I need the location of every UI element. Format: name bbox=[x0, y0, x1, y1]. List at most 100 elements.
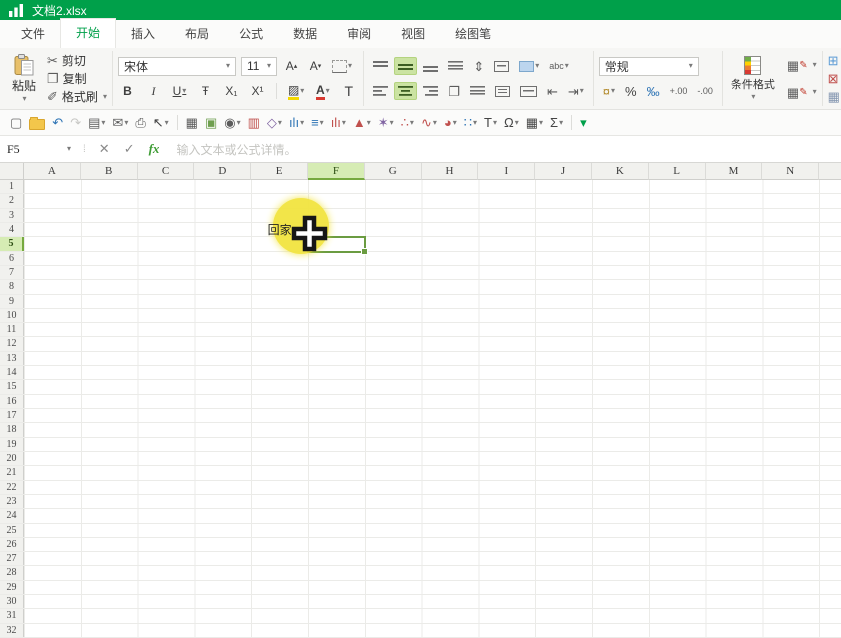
row-header-3[interactable]: 3 bbox=[0, 208, 24, 222]
shapes-button[interactable]: ◇ ▾ bbox=[264, 115, 285, 130]
row-22[interactable]: 22 bbox=[0, 480, 841, 495]
format-painter-button[interactable]: ✐ 格式刷 ▾ bbox=[47, 88, 107, 106]
formula-input-placeholder[interactable]: 输入文本或公式详情。 bbox=[176, 141, 296, 158]
strikethrough-button[interactable]: Ŧ bbox=[196, 84, 215, 98]
email-button[interactable]: ✉ ▾ bbox=[109, 115, 131, 130]
merge-center-button[interactable]: ▾ bbox=[515, 58, 543, 75]
row-header-29[interactable]: 29 bbox=[0, 580, 24, 595]
row-30[interactable]: 30 bbox=[0, 595, 841, 610]
col-header-F[interactable]: F bbox=[307, 163, 365, 180]
superscript-button[interactable]: X¹ bbox=[248, 84, 267, 98]
row-16[interactable]: 16 bbox=[0, 394, 841, 409]
row-header-25[interactable]: 25 bbox=[0, 523, 24, 537]
grow-font-button[interactable]: A ▴ bbox=[282, 59, 301, 73]
row-31[interactable]: 31 bbox=[0, 609, 841, 624]
col-header-K[interactable]: K bbox=[591, 163, 649, 180]
col-header-O[interactable]: O bbox=[819, 163, 841, 180]
row-header-31[interactable]: 31 bbox=[0, 609, 24, 623]
save-button[interactable]: ▤ ▾ bbox=[85, 115, 108, 130]
col-header-J[interactable]: J bbox=[535, 163, 592, 180]
valign-bottom-button[interactable] bbox=[419, 57, 442, 75]
underline-button[interactable]: U ▾ bbox=[170, 84, 189, 98]
row-header-11[interactable]: 11 bbox=[0, 323, 24, 337]
new-file-button[interactable]: ▢ bbox=[7, 115, 25, 130]
picture-button[interactable]: ▣ bbox=[202, 115, 220, 130]
line-chart-button[interactable]: ∿ ▾ bbox=[418, 115, 440, 130]
row-3[interactable]: 3 bbox=[0, 208, 841, 223]
row-25[interactable]: 25 bbox=[0, 523, 841, 538]
toolbar-options-button[interactable]: ▾ bbox=[577, 115, 590, 130]
row-6[interactable]: 6 bbox=[0, 251, 841, 266]
cell-style-button[interactable]: ▦ ✎ ▾ bbox=[787, 83, 817, 101]
row-header-4[interactable]: 4 bbox=[0, 222, 24, 237]
bar-chart-button[interactable]: ≡ ▾ bbox=[308, 115, 327, 130]
radar-chart-button[interactable]: ✶ ▾ bbox=[375, 115, 397, 130]
borders-button[interactable]: ▾ bbox=[330, 59, 354, 73]
font-color-button[interactable]: A ▾ bbox=[313, 83, 332, 100]
sheet-grid[interactable]: ABCDEFGHIJKLMNO 123456789101112131415161… bbox=[0, 163, 841, 638]
tab-home[interactable]: 开始 bbox=[60, 18, 117, 48]
row-8[interactable]: 8 bbox=[0, 280, 841, 295]
row-21[interactable]: 21 bbox=[0, 466, 841, 481]
row-header-23[interactable]: 23 bbox=[0, 494, 24, 509]
decrease-indent-button[interactable]: ⇤ bbox=[543, 82, 562, 101]
row-13[interactable]: 13 bbox=[0, 351, 841, 367]
decrease-decimal-button[interactable]: -.00 bbox=[693, 84, 717, 99]
insert-function-icon[interactable]: fx bbox=[149, 141, 160, 157]
row-15[interactable]: 15 bbox=[0, 380, 841, 395]
row-header-14[interactable]: 14 bbox=[0, 366, 24, 380]
row-header-9[interactable]: 9 bbox=[0, 294, 24, 308]
subscript-button[interactable]: X₁ bbox=[222, 84, 241, 98]
row-7[interactable]: 7 bbox=[0, 265, 841, 281]
valign-middle-button[interactable] bbox=[394, 57, 418, 75]
redo-button[interactable]: ↷ bbox=[67, 115, 84, 130]
merge-copy-button[interactable]: ❐ bbox=[444, 82, 464, 101]
bold-button[interactable]: B bbox=[118, 84, 137, 98]
select-all-corner[interactable] bbox=[0, 163, 24, 180]
row-header-18[interactable]: 18 bbox=[0, 423, 24, 437]
distribute-rows-button[interactable]: ⇕ bbox=[469, 57, 488, 76]
row-header-27[interactable]: 27 bbox=[0, 552, 24, 566]
row-header-22[interactable]: 22 bbox=[0, 480, 24, 494]
paste-button[interactable]: 粘贴 ▾ bbox=[9, 53, 39, 104]
justify-button[interactable] bbox=[466, 82, 489, 100]
tab-insert[interactable]: 插入 bbox=[116, 20, 170, 48]
fit-width-button[interactable] bbox=[516, 83, 541, 100]
row-header-28[interactable]: 28 bbox=[0, 566, 24, 580]
row-header-16[interactable]: 16 bbox=[0, 394, 24, 408]
text-box-button[interactable]: T ▾ bbox=[481, 115, 500, 130]
row-29[interactable]: 29 bbox=[0, 580, 841, 596]
col-header-B[interactable]: B bbox=[80, 163, 138, 180]
combo-chart-button[interactable]: ılı ▾ bbox=[328, 115, 349, 130]
align-center-button[interactable] bbox=[394, 82, 418, 100]
row-header-24[interactable]: 24 bbox=[0, 509, 24, 523]
screenshot-button[interactable]: ◉ ▾ bbox=[221, 115, 243, 130]
chart-picture-button[interactable]: ▥ bbox=[245, 115, 263, 130]
autosum-sigma-button[interactable]: Σ ▾ bbox=[547, 115, 566, 130]
col-header-N[interactable]: N bbox=[762, 163, 820, 180]
row-header-10[interactable]: 10 bbox=[0, 308, 24, 323]
font-size-select[interactable]: 11 ▾ bbox=[240, 56, 277, 76]
col-header-E[interactable]: E bbox=[251, 163, 308, 180]
row-23[interactable]: 23 bbox=[0, 494, 841, 510]
shrink-text-button[interactable]: abc ▾ bbox=[545, 59, 573, 74]
undo-button[interactable]: ↶ bbox=[49, 115, 66, 130]
row-header-13[interactable]: 13 bbox=[0, 351, 24, 366]
insert-cells-button[interactable]: ⊞ 插入 bbox=[828, 52, 841, 70]
row-header-19[interactable]: 19 bbox=[0, 437, 24, 451]
wrap-text-button[interactable] bbox=[490, 58, 513, 75]
open-folder-button[interactable] bbox=[26, 115, 48, 131]
row-header-20[interactable]: 20 bbox=[0, 451, 24, 466]
col-header-M[interactable]: M bbox=[705, 163, 763, 180]
row-28[interactable]: 28 bbox=[0, 566, 841, 581]
row-26[interactable]: 26 bbox=[0, 537, 841, 553]
valign-top-button[interactable] bbox=[369, 57, 392, 75]
row-19[interactable]: 19 bbox=[0, 437, 841, 452]
scatter-x-chart-button[interactable]: ∴ ▾ bbox=[398, 115, 417, 130]
cut-button[interactable]: ✂ 剪切 bbox=[47, 52, 107, 70]
col-header-I[interactable]: I bbox=[478, 163, 536, 180]
row-27[interactable]: 27 bbox=[0, 552, 841, 567]
row-header-17[interactable]: 17 bbox=[0, 409, 24, 423]
font-family-select[interactable]: 宋体 ▾ bbox=[117, 56, 236, 76]
column-chart-button[interactable]: ılı ▾ bbox=[286, 115, 307, 130]
